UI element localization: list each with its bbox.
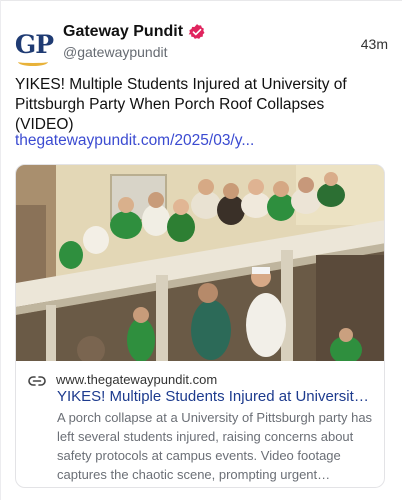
card-title[interactable]: YIKES! Multiple Students Injured at Univ… [57, 388, 375, 405]
post-timestamp[interactable]: 43m [361, 36, 388, 52]
card-domain: www.thegatewaypundit.com [56, 372, 218, 387]
card-description: A porch collapse at a University of Pitt… [57, 410, 373, 482]
post-text: YIKES! Multiple Students Injured at Univ… [15, 76, 347, 133]
link-icon [28, 374, 46, 386]
porch-collapse-photo [16, 165, 384, 361]
author-handle[interactable]: @gatewaypundit [63, 44, 168, 60]
post[interactable]: GP Gateway Pundit @gatewaypundit 43m YIK… [0, 0, 402, 500]
link-preview-card[interactable]: www.thegatewaypundit.com YIKES! Multiple… [15, 164, 385, 488]
post-link[interactable]: thegatewaypundit.com/2025/03/y... [15, 132, 254, 150]
avatar-swoosh [18, 58, 48, 66]
verified-badge-icon [188, 23, 206, 41]
avatar-logo: GP [14, 29, 54, 59]
author-name-row: Gateway Pundit [63, 23, 206, 41]
author-display-name[interactable]: Gateway Pundit [63, 23, 183, 41]
avatar[interactable]: GP [14, 24, 54, 66]
card-domain-row: www.thegatewaypundit.com [28, 372, 217, 387]
